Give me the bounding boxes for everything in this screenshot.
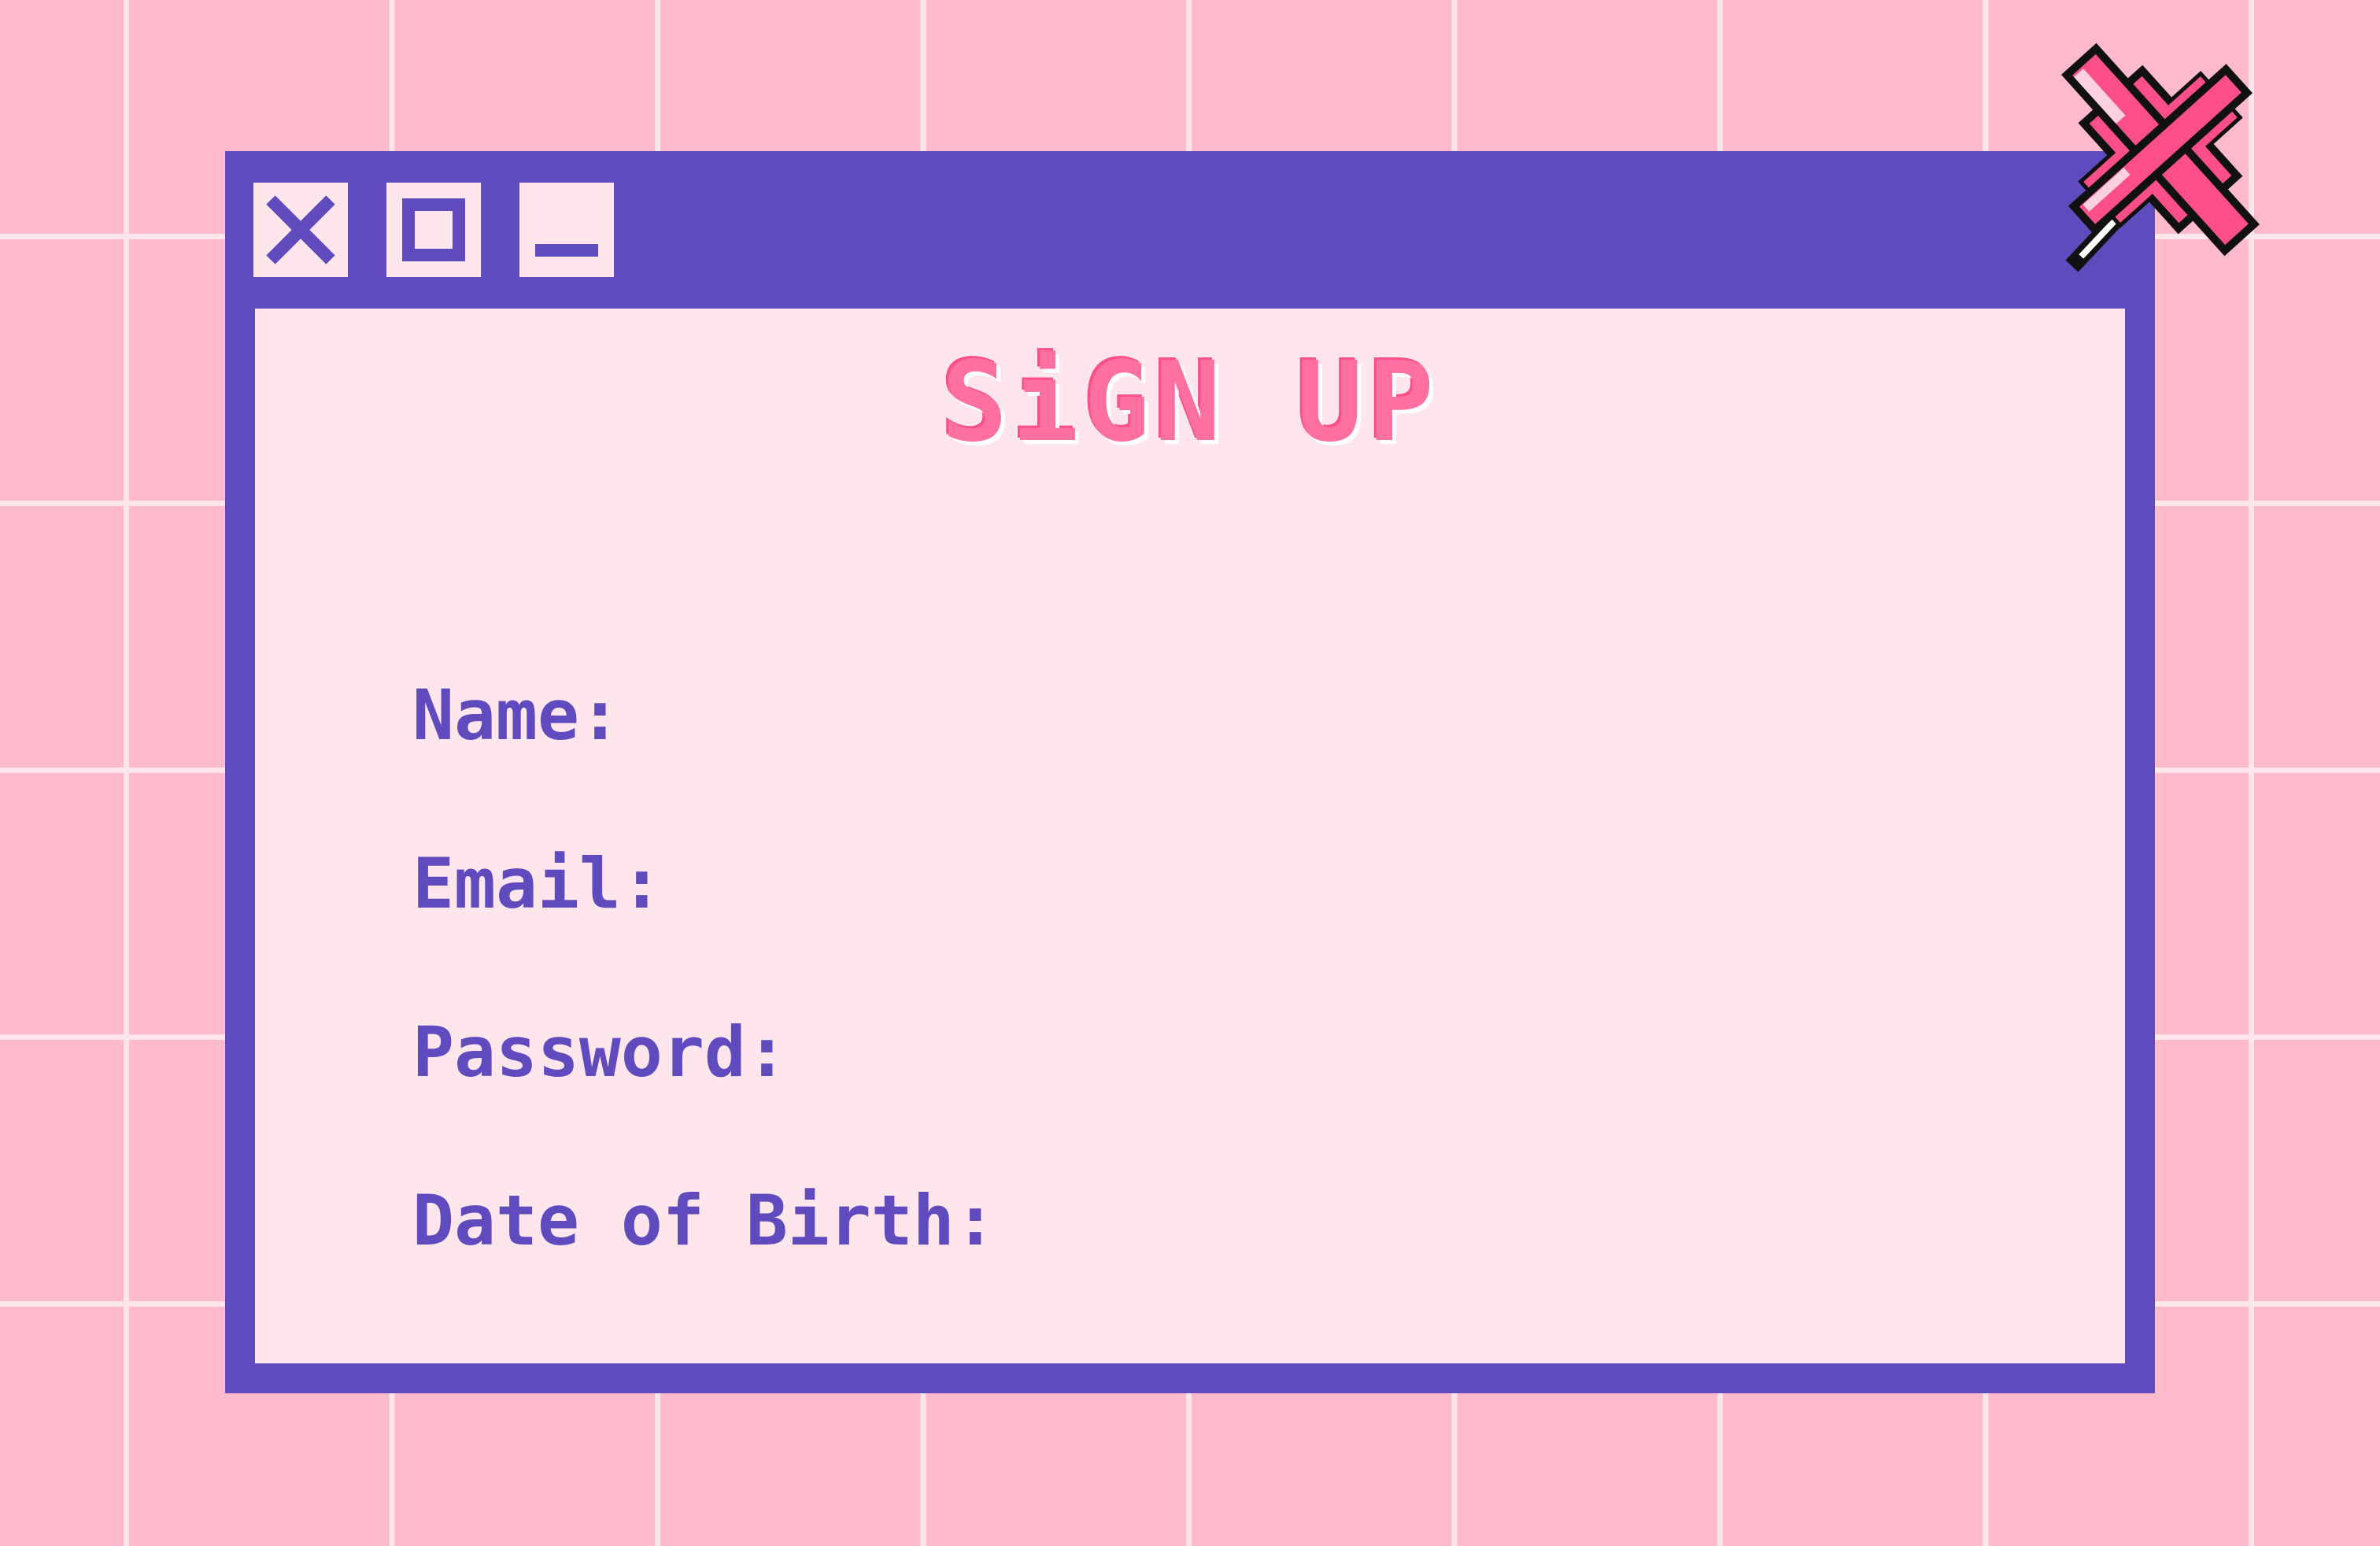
- email-field: Email:: [412, 837, 1947, 931]
- close-icon: [266, 195, 335, 264]
- email-input[interactable]: [412, 837, 1947, 931]
- form-title: SiGN UP: [941, 338, 1439, 467]
- date-of-birth-field: Date of Birth:: [412, 1174, 1947, 1268]
- name-field: Name:: [412, 668, 1947, 763]
- maximize-button[interactable]: [386, 183, 481, 277]
- name-input[interactable]: [412, 668, 1947, 763]
- minimize-icon: [535, 244, 598, 257]
- window-titlebar[interactable]: [225, 151, 2155, 309]
- close-button[interactable]: [253, 183, 348, 277]
- date-of-birth-input[interactable]: [412, 1174, 1947, 1268]
- signup-form: SiGN UP Name: Email: Password: Date of B…: [255, 309, 2125, 1363]
- password-input[interactable]: [412, 1005, 1947, 1100]
- minimize-button[interactable]: [519, 183, 614, 277]
- password-field: Password:: [412, 1005, 1947, 1100]
- maximize-icon: [402, 198, 465, 261]
- pushpin-icon: [2034, 24, 2278, 276]
- signup-window: SiGN UP Name: Email: Password: Date of B…: [225, 151, 2155, 1393]
